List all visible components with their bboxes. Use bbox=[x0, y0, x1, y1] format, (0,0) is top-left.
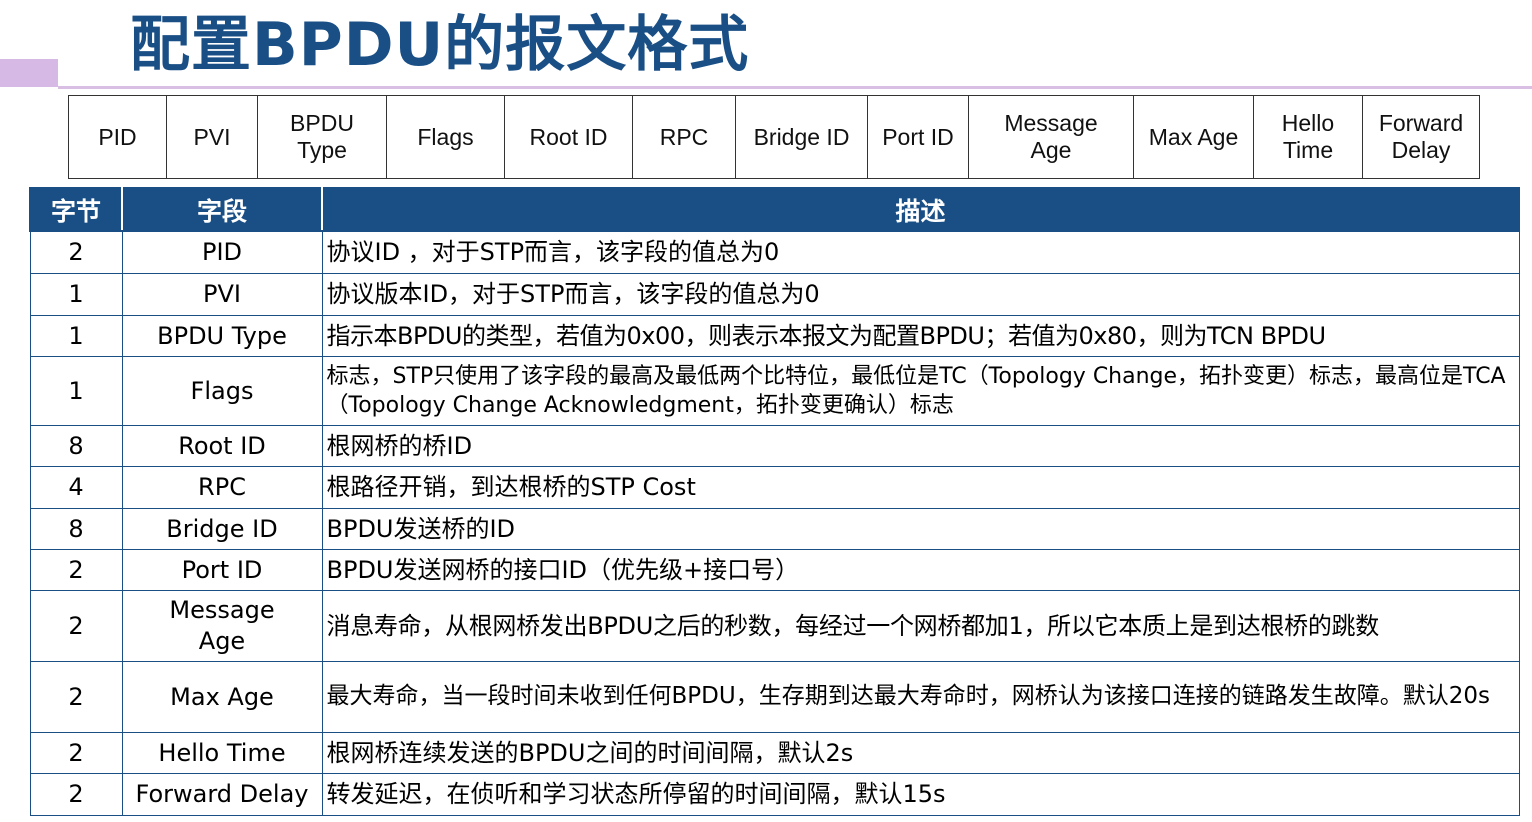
table-row: 2 Max Age 最大寿命，当一段时间未收到任何BPDU，生存期到达最大寿命时… bbox=[29, 660, 1520, 733]
table-header-row: 字节 字段 描述 bbox=[29, 187, 1520, 232]
row-description: 根网桥连续发送的BPDU之间的时间间隔，默认2s bbox=[321, 731, 1520, 774]
row-bytes: 1 bbox=[29, 272, 123, 316]
row-bytes: 2 bbox=[29, 731, 123, 774]
row-field: Message Age bbox=[121, 589, 323, 662]
row-description: 标志，STP只使用了该字段的最高及最低两个比特位，最低位是TC（Topology… bbox=[321, 355, 1520, 426]
row-description: 根网桥的桥ID bbox=[321, 424, 1520, 467]
field-cell-bpdu-type: BPDU Type bbox=[257, 95, 387, 179]
row-bytes: 1 bbox=[29, 355, 123, 426]
field-cell-message-age: Message Age bbox=[968, 95, 1134, 179]
bpdu-field-description-table: 字节 字段 描述 2 PID 协议ID ，对于STP而言，该字段的值总为0 1 … bbox=[29, 187, 1520, 816]
field-cell-max-age: Max Age bbox=[1133, 95, 1254, 179]
row-bytes: 2 bbox=[29, 660, 123, 733]
table-row: 1 Flags 标志，STP只使用了该字段的最高及最低两个比特位，最低位是TC（… bbox=[29, 355, 1520, 426]
title-divider bbox=[58, 86, 1532, 89]
field-cell-forward-delay: Forward Delay bbox=[1362, 95, 1480, 179]
header-field: 字段 bbox=[121, 187, 323, 232]
field-cell-root-id: Root ID bbox=[504, 95, 633, 179]
row-bytes: 4 bbox=[29, 465, 123, 509]
table-row: 2 Message Age 消息寿命，从根网桥发出BPDU之后的秒数，每经过一个… bbox=[29, 589, 1520, 662]
row-field: PVI bbox=[121, 272, 323, 316]
header-description: 描述 bbox=[321, 187, 1520, 232]
table-row: 4 RPC 根路径开销，到达根桥的STP Cost bbox=[29, 465, 1520, 509]
header-bytes: 字节 bbox=[29, 187, 123, 232]
row-description: 根路径开销，到达根桥的STP Cost bbox=[321, 465, 1520, 509]
field-cell-flags: Flags bbox=[386, 95, 505, 179]
row-description: BPDU发送网桥的接口ID（优先级+接口号） bbox=[321, 548, 1520, 591]
row-field: Max Age bbox=[121, 660, 323, 733]
bpdu-field-layout: PID PVI BPDU Type Flags Root ID RPC Brid… bbox=[68, 95, 1480, 179]
row-field: PID bbox=[121, 230, 323, 274]
row-field: Forward Delay bbox=[121, 772, 323, 816]
row-field: Bridge ID bbox=[121, 507, 323, 550]
table-row: 2 Port ID BPDU发送网桥的接口ID（优先级+接口号） bbox=[29, 548, 1520, 591]
row-bytes: 2 bbox=[29, 589, 123, 662]
table-row: 1 BPDU Type 指示本BPDU的类型，若值为0x00，则表示本报文为配置… bbox=[29, 314, 1520, 357]
field-cell-pid: PID bbox=[68, 95, 167, 179]
row-bytes: 8 bbox=[29, 507, 123, 550]
field-cell-port-id: Port ID bbox=[867, 95, 969, 179]
row-description: 最大寿命，当一段时间未收到任何BPDU，生存期到达最大寿命时，网桥认为该接口连接… bbox=[321, 660, 1520, 733]
row-description: 协议版本ID，对于STP而言，该字段的值总为0 bbox=[321, 272, 1520, 316]
row-description: 转发延迟，在侦听和学习状态所停留的时间间隔，默认15s bbox=[321, 772, 1520, 816]
row-field: Flags bbox=[121, 355, 323, 426]
field-cell-pvi: PVI bbox=[166, 95, 258, 179]
row-field: BPDU Type bbox=[121, 314, 323, 357]
title-accent-block bbox=[0, 59, 58, 87]
row-field: RPC bbox=[121, 465, 323, 509]
field-cell-rpc: RPC bbox=[632, 95, 736, 179]
field-cell-bridge-id: Bridge ID bbox=[735, 95, 868, 179]
row-bytes: 2 bbox=[29, 772, 123, 816]
table-row: 8 Root ID 根网桥的桥ID bbox=[29, 424, 1520, 467]
field-cell-hello-time: Hello Time bbox=[1253, 95, 1363, 179]
row-field: Hello Time bbox=[121, 731, 323, 774]
table-row: 1 PVI 协议版本ID，对于STP而言，该字段的值总为0 bbox=[29, 272, 1520, 316]
table-row: 2 Hello Time 根网桥连续发送的BPDU之间的时间间隔，默认2s bbox=[29, 731, 1520, 774]
row-description: 协议ID ，对于STP而言，该字段的值总为0 bbox=[321, 230, 1520, 274]
row-description: BPDU发送桥的ID bbox=[321, 507, 1520, 550]
row-description: 指示本BPDU的类型，若值为0x00，则表示本报文为配置BPDU；若值为0x80… bbox=[321, 314, 1520, 357]
row-bytes: 1 bbox=[29, 314, 123, 357]
row-field: Port ID bbox=[121, 548, 323, 591]
row-bytes: 2 bbox=[29, 230, 123, 274]
page-title: 配置BPDU的报文格式 bbox=[130, 10, 750, 80]
table-row: 2 Forward Delay 转发延迟，在侦听和学习状态所停留的时间间隔，默认… bbox=[29, 772, 1520, 816]
table-row: 2 PID 协议ID ，对于STP而言，该字段的值总为0 bbox=[29, 230, 1520, 274]
row-field: Root ID bbox=[121, 424, 323, 467]
row-bytes: 8 bbox=[29, 424, 123, 467]
row-description: 消息寿命，从根网桥发出BPDU之后的秒数，每经过一个网桥都加1，所以它本质上是到… bbox=[321, 589, 1520, 662]
table-row: 8 Bridge ID BPDU发送桥的ID bbox=[29, 507, 1520, 550]
row-bytes: 2 bbox=[29, 548, 123, 591]
